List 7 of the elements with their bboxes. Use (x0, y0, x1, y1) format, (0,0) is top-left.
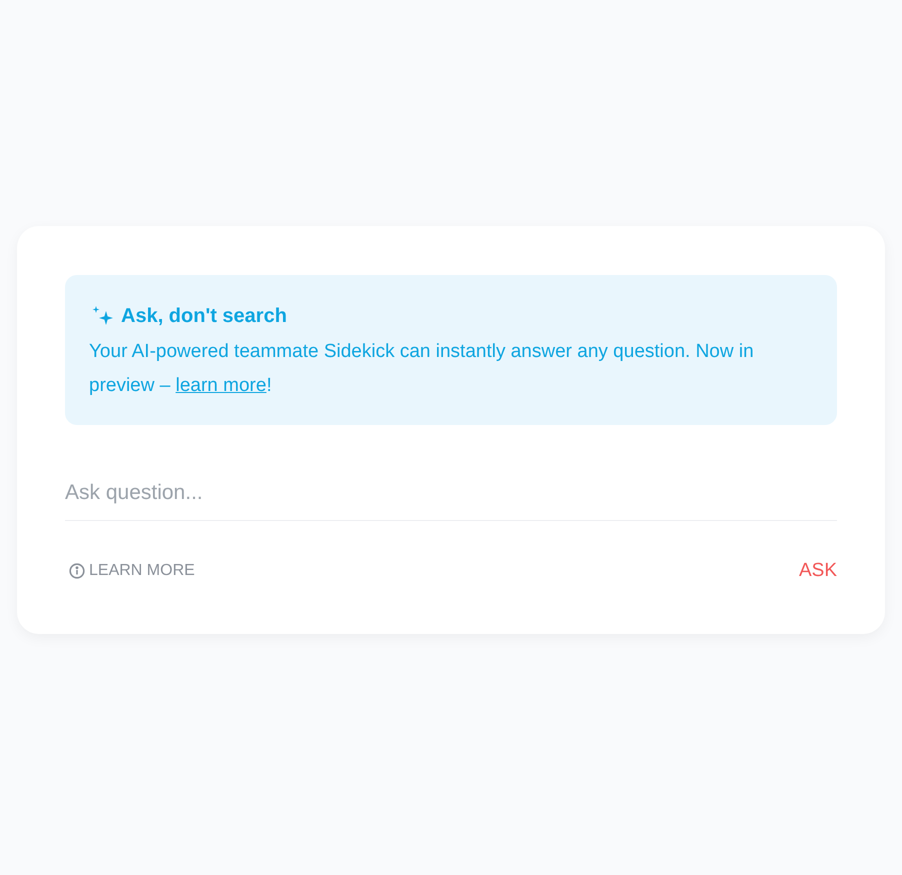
banner-text: Your AI-powered teammate Sidekick can instantly answer any question. Now in preview – learn more! (89, 340, 755, 398)
question-field[interactable]: Ask question... (65, 465, 837, 521)
learn-more-link[interactable]: learn more (176, 375, 266, 396)
ask-button[interactable]: ASK (798, 557, 837, 586)
info-icon (69, 563, 85, 580)
banner-title: Ask, don't search (121, 304, 287, 329)
learn-more-button[interactable]: LEARN MORE (65, 559, 195, 584)
